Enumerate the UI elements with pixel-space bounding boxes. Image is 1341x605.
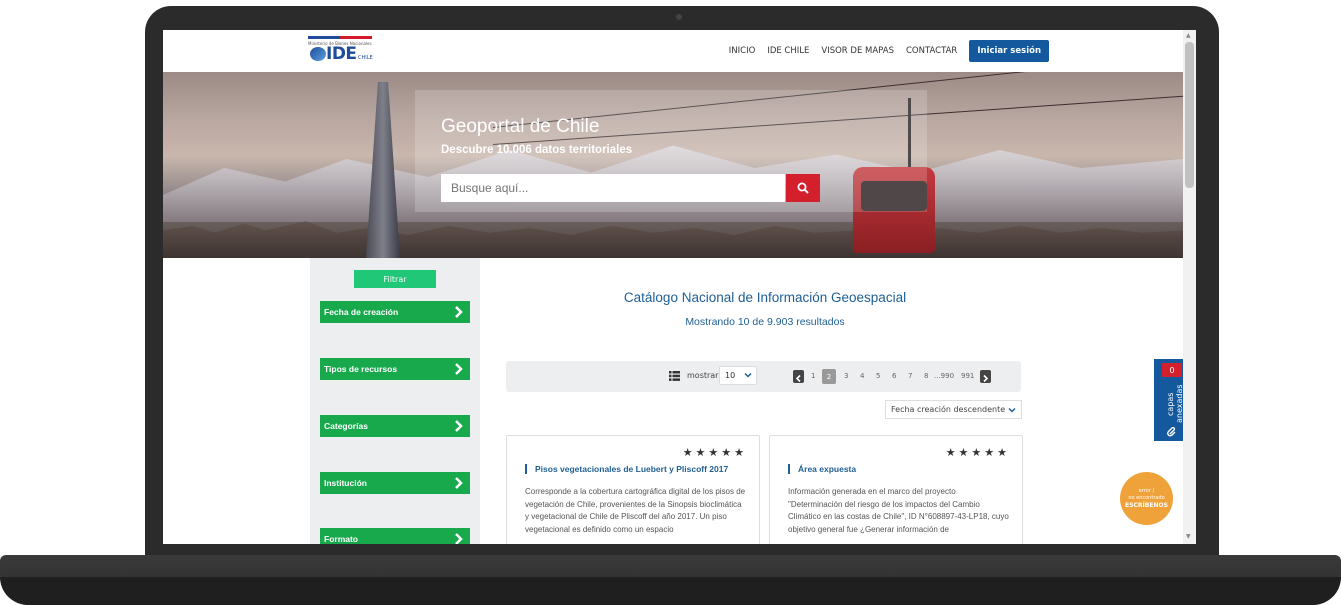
login-button[interactable]: Iniciar sesión [969,40,1049,62]
page-link[interactable]: 5 [876,372,880,380]
page-link[interactable]: ...990 [934,372,954,380]
facet-categorias[interactable]: Categorías [320,415,470,437]
chevron-down-icon [1008,407,1016,413]
main-menu: INICIO IDE CHILE VISOR DE MAPAS CONTACTA… [729,40,1049,62]
help-line: no encontrado [1128,495,1165,501]
search-icon [797,182,809,194]
results-count: Mostrando 10 de 9.903 resultados [685,316,845,328]
chevron-right-icon [983,374,989,383]
per-page-value: 10 [725,371,736,380]
facet-institucion[interactable]: Institución [320,472,470,494]
ide-chile-logo[interactable]: Ministerio de Bienes Nacionales IDE CHIL… [308,36,378,66]
result-card[interactable]: ★★★★★ Área expuesta Información generada… [769,435,1023,544]
facet-label: Categorías [324,421,368,431]
show-label: mostrar [687,371,719,380]
filter-button[interactable]: Filtrar [354,270,436,288]
page-link[interactable]: 8 [924,372,928,380]
nav-item-contactar[interactable]: CONTACTAR [906,46,957,56]
logo-text: IDE [326,44,357,64]
browser-screen: Ministerio de Bienes Nacionales IDE CHIL… [163,30,1196,544]
chevron-right-icon [455,420,463,432]
result-card[interactable]: ★★★★★ Pisos vegetacionales de Luebert y … [506,435,760,544]
facet-formato[interactable]: Formato [320,528,470,544]
top-navigation: Ministerio de Bienes Nacionales IDE CHIL… [163,30,1196,72]
page-link[interactable]: 7 [908,372,912,380]
logo-flag-stripe [308,36,372,39]
chevron-right-icon [455,477,463,489]
rating-stars: ★★★★★ [682,446,747,459]
chevron-down-icon [744,372,752,378]
search-button[interactable] [786,174,820,202]
logo-mark-icon [310,47,326,61]
scroll-up-icon[interactable]: ▲ [1186,32,1191,39]
feedback-bubble[interactable]: error / no encontrado ESCRÍBENOS [1120,472,1173,525]
camera-dot [676,14,682,20]
hero-banner: Geoportal de Chile Descubre 10.006 datos… [163,72,1183,258]
card-description: Información generada en el marco del pro… [788,487,1009,534]
vertical-scrollbar[interactable]: ▲ ▼ [1183,30,1196,544]
filter-sidebar: Filtrar Fecha de creación Tipos de recur… [310,258,480,544]
page-link[interactable]: 1 [811,372,815,380]
page-link[interactable]: 3 [844,372,848,380]
chevron-left-icon [795,374,801,383]
hero-title: Geoportal de Chile [441,116,600,137]
help-line: error / [1138,488,1155,494]
help-cta: ESCRÍBENOS [1125,502,1168,509]
laptop-base-lip [0,577,1341,605]
pagination-bar: mostrar 10 1 2 3 4 5 6 7 8 ...990 991 [506,361,1021,392]
chevron-right-icon [455,306,463,318]
facet-label: Formato [324,534,358,544]
page-link[interactable]: 991 [961,372,974,380]
nav-item-visor-de-mapas[interactable]: VISOR DE MAPAS [821,46,894,56]
sort-select[interactable]: Fecha creación descendente [885,400,1022,419]
next-page-button[interactable] [980,370,991,383]
facet-fecha-de-creacion[interactable]: Fecha de creación [320,301,470,323]
catalog-title: Catálogo Nacional de Información Geoespa… [623,290,907,305]
chevron-right-icon [455,533,463,544]
hero-subtitle: Descubre 10.006 datos territoriales [441,144,633,156]
facet-label: Fecha de creación [324,307,399,317]
nav-item-inicio[interactable]: INICIO [729,46,756,56]
card-title[interactable]: Área expuesta [788,464,856,474]
layers-label: capas anexadas [1166,384,1184,424]
search-input[interactable] [441,174,785,202]
card-description: Corresponde a la cobertura cartográfica … [525,487,746,534]
facet-label: Institución [324,478,367,488]
page-link-active[interactable]: 2 [822,369,836,384]
chevron-right-icon [455,363,463,375]
facet-label: Tipos de recursos [324,364,398,374]
paperclip-icon [1167,427,1176,437]
sort-value: Fecha creación descendente [891,405,1006,414]
rating-stars: ★★★★★ [945,446,1010,459]
list-view-icon[interactable] [669,371,680,381]
page-link[interactable]: 4 [860,372,864,380]
layers-count-badge: 0 [1162,363,1182,377]
scroll-down-icon[interactable]: ▼ [1186,533,1191,540]
card-title[interactable]: Pisos vegetacionales de Luebert y Plisco… [525,464,728,474]
page-link[interactable]: 6 [892,372,896,380]
logo-subtext: CHILE [358,55,373,61]
scroll-thumb[interactable] [1185,42,1194,188]
facet-tipos-de-recursos[interactable]: Tipos de recursos [320,358,470,380]
nav-item-ide-chile[interactable]: IDE CHILE [767,46,809,56]
prev-page-button[interactable] [793,370,804,383]
per-page-select[interactable]: 10 [719,366,757,385]
